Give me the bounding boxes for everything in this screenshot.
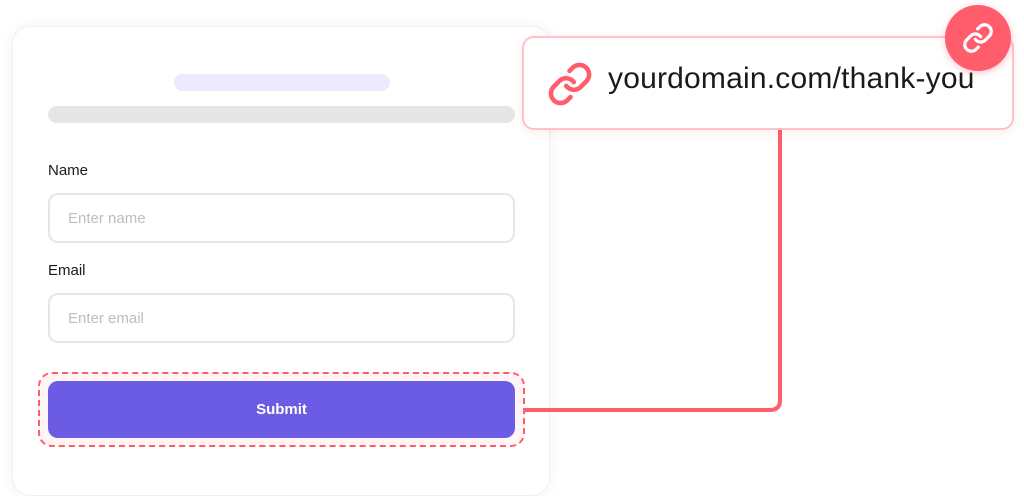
redirect-url-text: yourdomain.com/thank-you <box>608 62 975 95</box>
form-description-placeholder <box>48 106 515 123</box>
link-badge <box>945 5 1011 71</box>
name-label: Name <box>48 162 89 179</box>
name-input[interactable] <box>48 193 515 243</box>
link-icon <box>548 62 592 106</box>
email-input[interactable] <box>48 293 515 343</box>
email-label: Email <box>48 262 86 279</box>
form-title-placeholder <box>174 74 390 91</box>
submit-button[interactable]: Submit <box>48 381 515 438</box>
link-badge-icon <box>963 23 993 53</box>
